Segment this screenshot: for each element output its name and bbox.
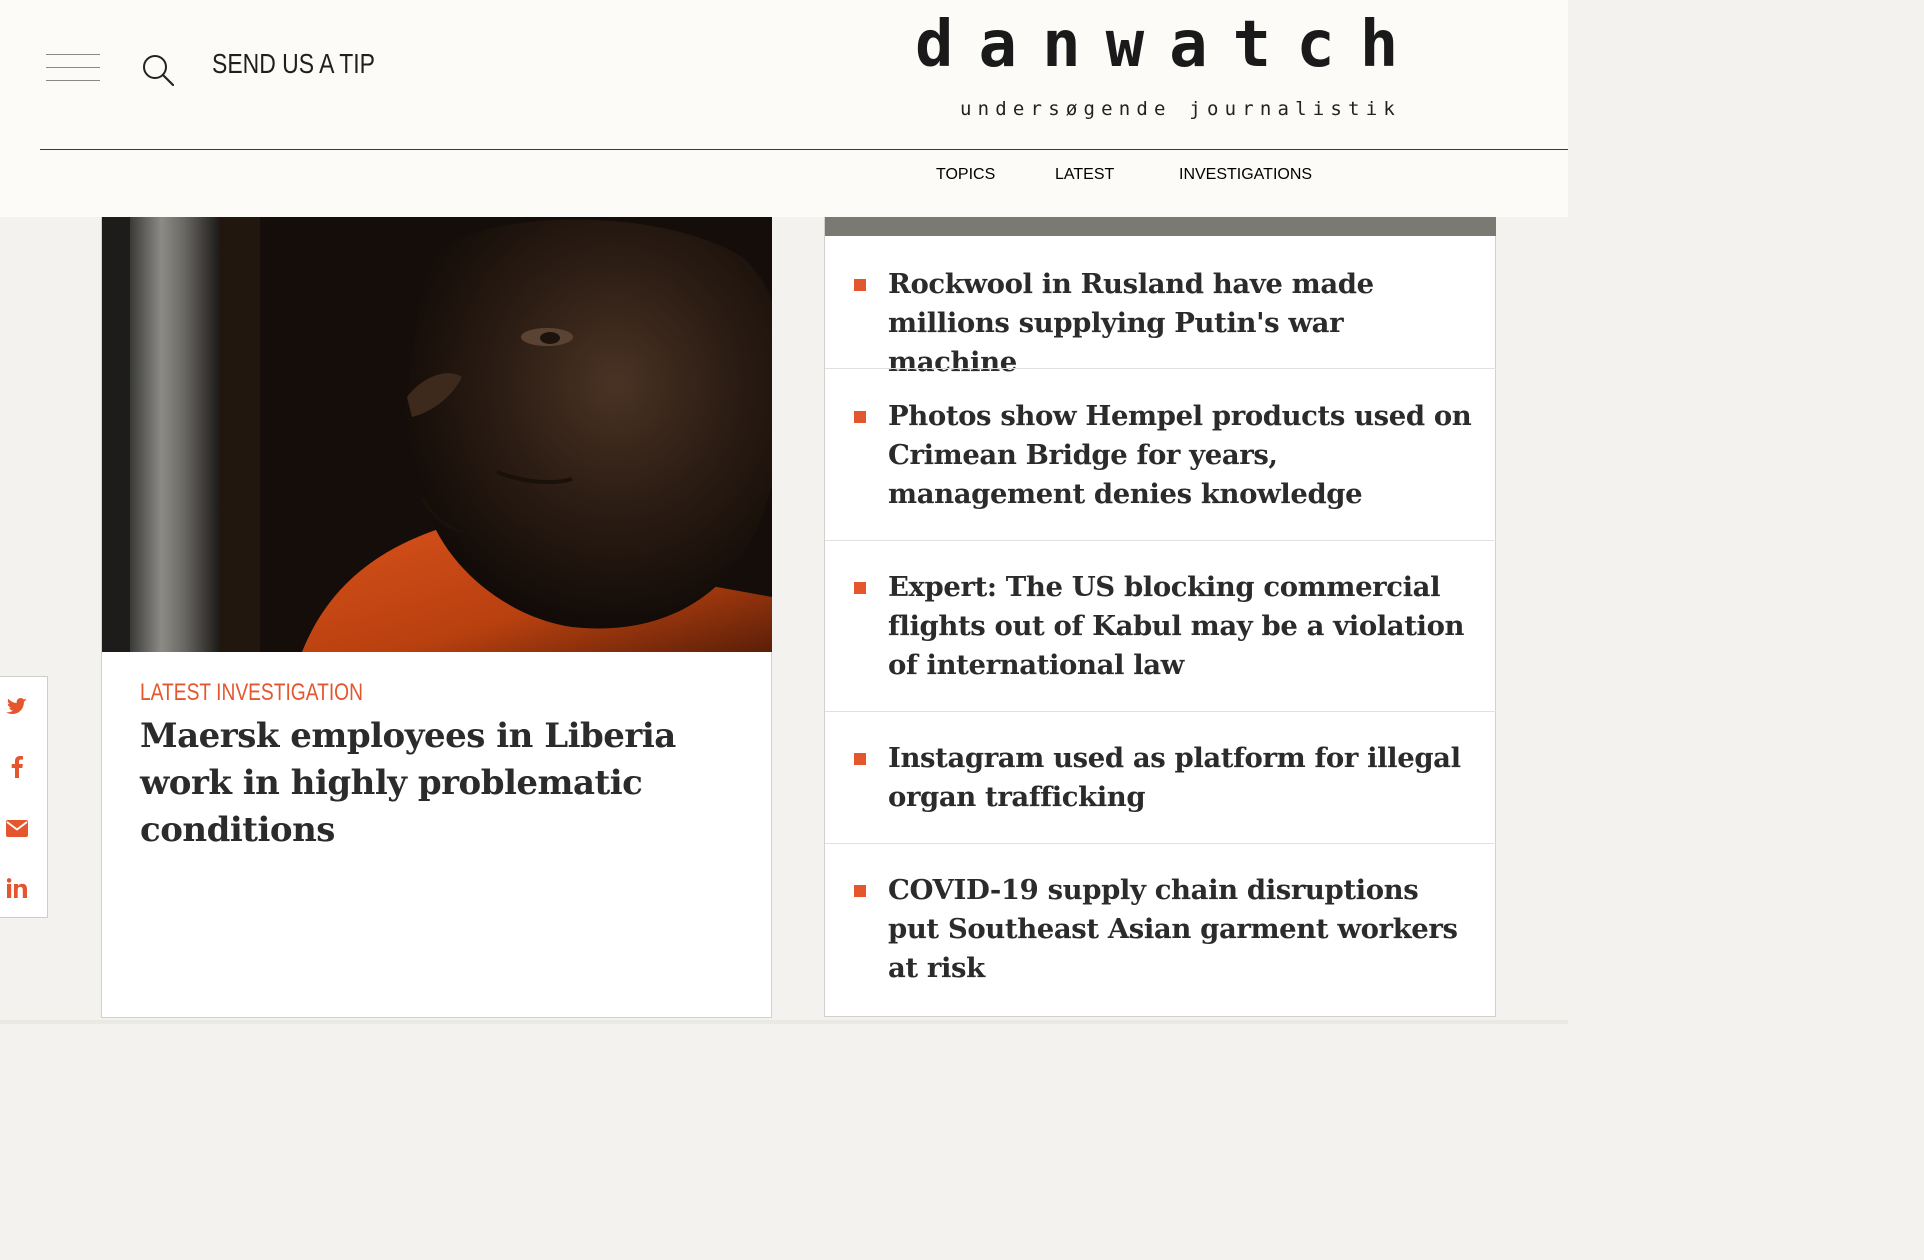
nav-investigations[interactable]: INVESTIGATIONS bbox=[1179, 166, 1312, 184]
site-tagline: undersøgende journalistik bbox=[960, 98, 1401, 120]
bullet-icon bbox=[854, 885, 866, 897]
twitter-icon[interactable] bbox=[0, 687, 34, 727]
headline-text[interactable]: Instagram used as platform for illegal o… bbox=[888, 739, 1478, 817]
header-divider bbox=[40, 149, 1568, 150]
bullet-icon bbox=[854, 753, 866, 765]
headline-list: Rockwool in Rusland have made millions s… bbox=[824, 217, 1496, 1017]
site-logo[interactable]: danwatch bbox=[915, 8, 1423, 82]
bullet-icon bbox=[854, 279, 866, 291]
share-bar bbox=[0, 676, 48, 918]
feature-kicker: LATEST INVESTIGATION bbox=[140, 679, 363, 706]
feature-article-card[interactable]: LATEST INVESTIGATION Maersk employees in… bbox=[101, 217, 772, 1018]
facebook-icon[interactable] bbox=[0, 747, 34, 787]
site-header: SEND US A TIP danwatch undersøgende jour… bbox=[0, 0, 1568, 217]
list-header-bar bbox=[825, 217, 1496, 236]
feature-title[interactable]: Maersk employees in Liberia work in high… bbox=[140, 713, 740, 854]
nav-latest[interactable]: LATEST bbox=[1055, 166, 1114, 184]
send-tip-link[interactable]: SEND US A TIP bbox=[212, 48, 375, 80]
list-item[interactable]: Photos show Hempel products used on Crim… bbox=[825, 397, 1496, 541]
feature-photo[interactable] bbox=[102, 217, 772, 652]
list-item[interactable]: COVID-19 supply chain disruptions put So… bbox=[825, 871, 1496, 1015]
search-icon[interactable] bbox=[140, 52, 176, 88]
headline-text[interactable]: COVID-19 supply chain disruptions put So… bbox=[888, 871, 1478, 988]
bullet-icon bbox=[854, 582, 866, 594]
divider bbox=[825, 540, 1496, 541]
page-bottom-edge bbox=[0, 1020, 1568, 1024]
headline-text[interactable]: Expert: The US blocking commercial fligh… bbox=[888, 568, 1478, 685]
list-item[interactable]: Instagram used as platform for illegal o… bbox=[825, 739, 1496, 843]
list-item[interactable]: Expert: The US blocking commercial fligh… bbox=[825, 568, 1496, 712]
email-icon[interactable] bbox=[0, 808, 34, 848]
divider bbox=[825, 368, 1496, 369]
nav-topics[interactable]: TOPICS bbox=[936, 166, 995, 184]
divider bbox=[825, 711, 1496, 712]
bullet-icon bbox=[854, 411, 866, 423]
list-item[interactable]: Rockwool in Rusland have made millions s… bbox=[825, 265, 1496, 378]
headline-text[interactable]: Photos show Hempel products used on Crim… bbox=[888, 397, 1478, 514]
headline-text[interactable]: Rockwool in Rusland have made millions s… bbox=[888, 265, 1478, 382]
menu-icon[interactable] bbox=[46, 54, 100, 82]
linkedin-icon[interactable] bbox=[0, 868, 34, 908]
divider bbox=[825, 843, 1496, 844]
